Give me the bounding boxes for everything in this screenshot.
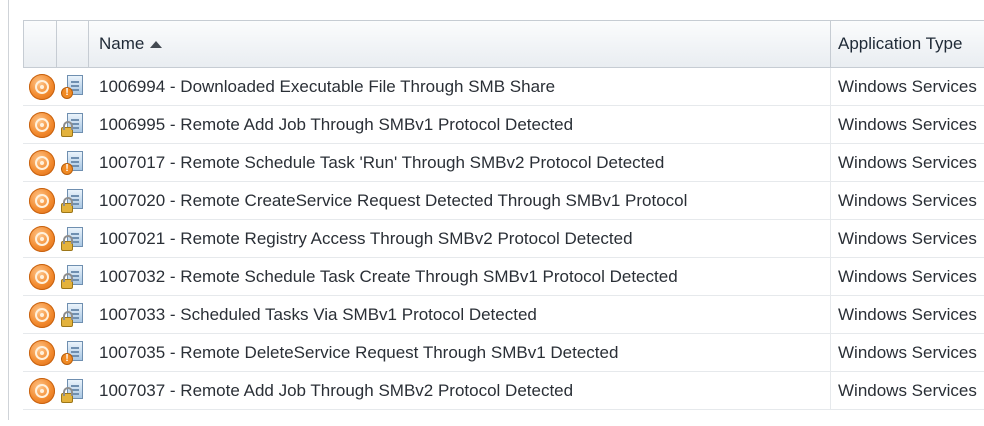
rule-name: 1007035 - Remote DeleteService Request T… [99, 342, 619, 362]
rule-name: 1007017 - Remote Schedule Task 'Run' Thr… [99, 152, 665, 172]
column-header-name[interactable]: Name [89, 21, 831, 67]
name-cell: 1007037 - Remote Add Job Through SMBv2 P… [89, 372, 831, 409]
status-cell [29, 334, 57, 371]
rule-icon [29, 73, 55, 100]
application-type-cell: Windows Services [831, 68, 984, 105]
application-type-value: Windows Services [838, 380, 977, 400]
application-type-value: Windows Services [838, 304, 977, 324]
table-header: Name Application Type [23, 20, 984, 68]
status-cell [29, 68, 57, 105]
table-row[interactable]: 1007032 - Remote Schedule Task Create Th… [23, 258, 984, 296]
application-type-value: Windows Services [838, 76, 977, 96]
document-lock-icon [61, 226, 83, 251]
column-header-type[interactable] [57, 21, 89, 67]
application-type-value: Windows Services [838, 266, 977, 286]
application-type-cell: Windows Services [831, 144, 984, 181]
type-cell [61, 296, 87, 333]
rule-icon [29, 301, 55, 328]
rule-icon [29, 263, 55, 290]
type-cell [61, 182, 87, 219]
status-cell [29, 258, 57, 295]
application-type-cell: Windows Services [831, 182, 984, 219]
rule-name: 1007032 - Remote Schedule Task Create Th… [99, 266, 678, 286]
type-cell: ! [61, 144, 87, 181]
application-type-value: Windows Services [838, 114, 977, 134]
application-type-cell: Windows Services [831, 106, 984, 143]
column-header-name-label: Name [99, 34, 145, 53]
name-cell: 1007017 - Remote Schedule Task 'Run' Thr… [89, 144, 831, 181]
column-header-application-type-label: Application Type [838, 34, 963, 53]
document-alert-icon: ! [61, 340, 83, 365]
rule-icon [29, 225, 55, 252]
document-lock-icon [61, 302, 83, 327]
application-type-value: Windows Services [838, 228, 977, 248]
table-row[interactable]: 1007033 - Scheduled Tasks Via SMBv1 Prot… [23, 296, 984, 334]
rule-name: 1006994 - Downloaded Executable File Thr… [99, 76, 556, 96]
document-lock-icon [61, 378, 83, 403]
rules-table: Name Application Type ! 1006994 - Downloa… [23, 20, 984, 414]
status-cell [29, 182, 57, 219]
table-row[interactable]: 1007020 - Remote CreateService Request D… [23, 182, 984, 220]
status-cell [29, 372, 57, 409]
column-header-status[interactable] [23, 21, 57, 67]
table-row[interactable]: ! 1007017 - Remote Schedule Task 'Run' Th… [23, 144, 984, 182]
type-cell: ! [61, 68, 87, 105]
name-cell: 1007020 - Remote CreateService Request D… [89, 182, 831, 219]
name-cell: 1007035 - Remote DeleteService Request T… [89, 334, 831, 371]
table-row[interactable]: 1007037 - Remote Add Job Through SMBv2 P… [23, 372, 984, 410]
rule-icon [29, 187, 55, 214]
rules-panel: Name Application Type ! 1006994 - Downloa… [8, 0, 984, 420]
type-cell [61, 258, 87, 295]
rule-icon [29, 149, 55, 176]
column-header-application-type[interactable]: Application Type [831, 21, 984, 67]
rule-icon [29, 377, 55, 404]
rule-name: 1007033 - Scheduled Tasks Via SMBv1 Prot… [99, 304, 537, 324]
status-cell [29, 106, 57, 143]
name-cell: 1007033 - Scheduled Tasks Via SMBv1 Prot… [89, 296, 831, 333]
application-type-value: Windows Services [838, 190, 977, 210]
status-cell [29, 220, 57, 257]
name-cell: 1007021 - Remote Registry Access Through… [89, 220, 831, 257]
rule-name: 1006995 - Remote Add Job Through SMBv1 P… [99, 114, 574, 134]
document-alert-icon: ! [61, 150, 83, 175]
document-lock-icon [61, 112, 83, 137]
application-type-cell: Windows Services [831, 334, 984, 371]
type-cell [61, 372, 87, 409]
table-row[interactable]: ! 1006994 - Downloaded Executable File Th… [23, 68, 984, 106]
rule-name: 1007021 - Remote Registry Access Through… [99, 228, 633, 248]
name-cell: 1006994 - Downloaded Executable File Thr… [89, 68, 831, 105]
type-cell [61, 220, 87, 257]
application-type-cell: Windows Services [831, 258, 984, 295]
type-cell [61, 106, 87, 143]
type-cell: ! [61, 334, 87, 371]
status-cell [29, 296, 57, 333]
table-row[interactable]: ! 1007035 - Remote DeleteService Request … [23, 334, 984, 372]
application-type-value: Windows Services [838, 342, 977, 362]
sort-ascending-icon [150, 40, 163, 48]
application-type-value: Windows Services [838, 152, 977, 172]
document-alert-icon: ! [61, 74, 83, 99]
name-cell: 1007032 - Remote Schedule Task Create Th… [89, 258, 831, 295]
rule-name: 1007020 - Remote CreateService Request D… [99, 190, 688, 210]
rule-name: 1007037 - Remote Add Job Through SMBv2 P… [99, 380, 574, 400]
application-type-cell: Windows Services [831, 372, 984, 409]
application-type-cell: Windows Services [831, 296, 984, 333]
rule-icon [29, 339, 55, 366]
rule-icon [29, 111, 55, 138]
document-lock-icon [61, 188, 83, 213]
document-lock-icon [61, 264, 83, 289]
table-row[interactable]: 1007021 - Remote Registry Access Through… [23, 220, 984, 258]
application-type-cell: Windows Services [831, 220, 984, 257]
name-cell: 1006995 - Remote Add Job Through SMBv1 P… [89, 106, 831, 143]
table-row[interactable]: 1006995 - Remote Add Job Through SMBv1 P… [23, 106, 984, 144]
status-cell [29, 144, 57, 181]
